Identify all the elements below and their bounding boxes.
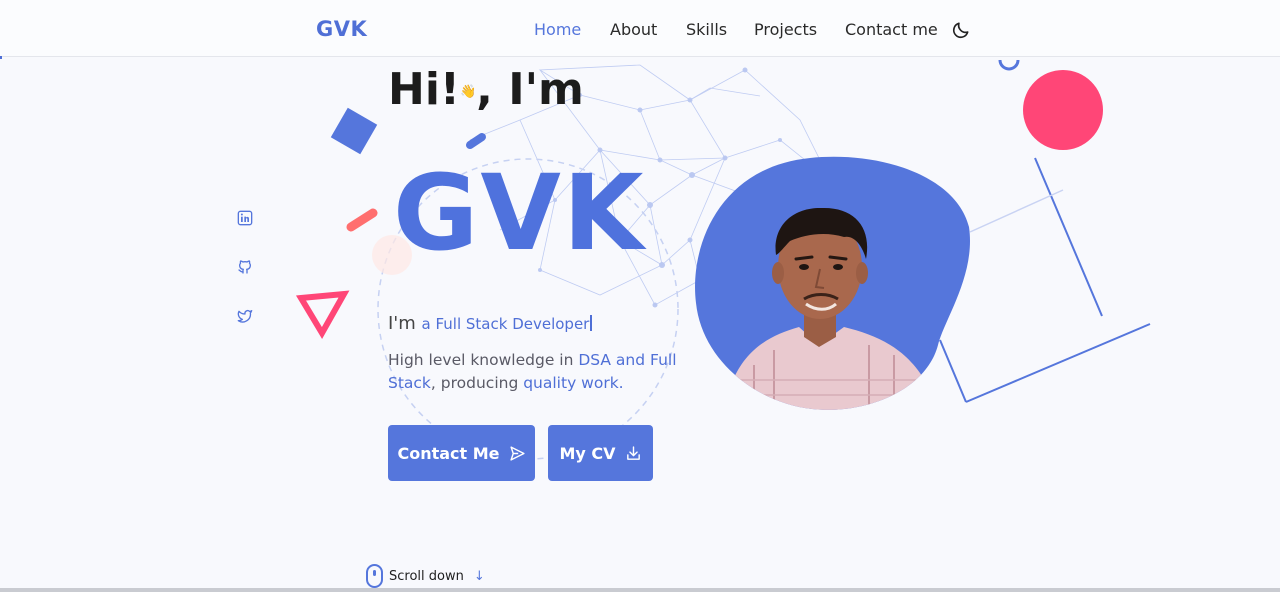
hero-role: I'm a Full Stack Developer: [388, 313, 593, 334]
moon-icon[interactable]: [951, 20, 971, 40]
nav-projects[interactable]: Projects: [754, 20, 817, 39]
bottom-divider: [0, 588, 1280, 592]
site-logo[interactable]: GVK: [316, 17, 367, 41]
hero-greeting: Hi!👋, I'm: [388, 64, 584, 115]
twitter-icon[interactable]: [237, 308, 253, 324]
github-icon[interactable]: [237, 259, 253, 275]
profile-photo: [695, 156, 970, 410]
top-navbar: GVK Home About Skills Projects Contact m…: [0, 0, 1280, 57]
outline-square-decoration: [939, 157, 1151, 403]
desc-highlight-2: quality work.: [523, 374, 624, 392]
nav-skills[interactable]: Skills: [686, 20, 727, 39]
contact-me-label: Contact Me: [397, 443, 500, 463]
waving-hand-icon: 👋: [459, 84, 477, 100]
hero-description: High level knowledge in DSA and Full Sta…: [388, 349, 688, 395]
my-cv-button[interactable]: My CV: [548, 425, 653, 481]
pink-circle-decoration: [1023, 70, 1103, 150]
desc-text-2: , producing: [430, 374, 524, 392]
scroll-down-label: Scroll down: [389, 568, 464, 584]
role-typed-text: a Full Stack Developer: [421, 315, 590, 333]
send-icon: [509, 445, 525, 461]
typing-cursor: [590, 315, 593, 331]
pink-triangle-decoration: [295, 290, 350, 339]
hero-name: GVK: [393, 152, 646, 274]
linkedin-icon[interactable]: [237, 210, 253, 226]
my-cv-label: My CV: [559, 443, 616, 463]
nav-about[interactable]: About: [610, 20, 657, 39]
download-icon: [626, 445, 640, 460]
scroll-down-link[interactable]: Scroll down ↓: [366, 564, 485, 588]
hero-background-art: [295, 59, 1151, 460]
arrow-down-icon: ↓: [473, 568, 485, 584]
role-prefix: I'm: [388, 313, 416, 334]
greeting-hi: Hi!: [388, 64, 460, 115]
blue-square-decoration: [330, 107, 378, 155]
desc-text-1: High level knowledge in: [388, 351, 579, 369]
mouse-icon: [366, 564, 383, 588]
greeting-rest: , I'm: [476, 64, 584, 115]
contact-me-button[interactable]: Contact Me: [388, 425, 535, 481]
nav-contact-me[interactable]: Contact me: [845, 20, 938, 39]
nav-home[interactable]: Home: [534, 20, 581, 39]
